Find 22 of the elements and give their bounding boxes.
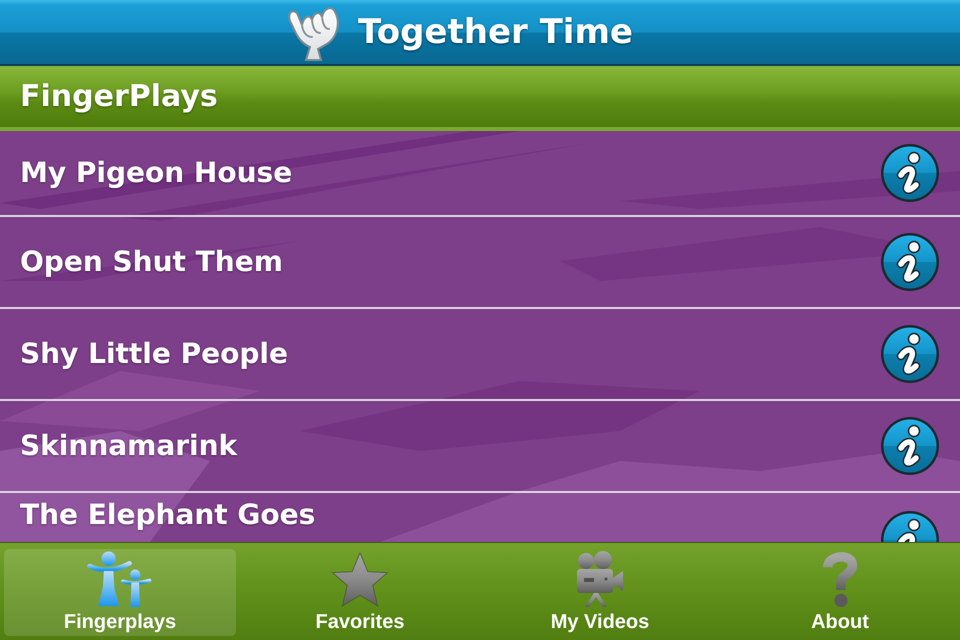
list-row[interactable]: Skinnamarink bbox=[0, 401, 960, 493]
info-icon bbox=[880, 416, 940, 476]
tab[interactable]: My Videos bbox=[484, 549, 716, 636]
question-mark-icon bbox=[821, 551, 859, 608]
list-row[interactable]: My Pigeon House bbox=[0, 131, 960, 217]
tab[interactable]: Fingerplays bbox=[4, 549, 236, 636]
app-title: Together Time bbox=[358, 15, 633, 49]
list-row[interactable]: Shy Little People bbox=[0, 309, 960, 401]
info-button[interactable] bbox=[880, 324, 940, 384]
movie-camera-icon bbox=[575, 551, 625, 607]
info-button[interactable] bbox=[880, 232, 940, 292]
info-icon bbox=[880, 143, 940, 203]
info-button[interactable] bbox=[880, 416, 940, 476]
star-icon bbox=[330, 551, 390, 608]
section-title: FingerPlays bbox=[20, 82, 218, 112]
info-icon bbox=[880, 232, 940, 292]
info-icon bbox=[880, 324, 940, 384]
list-row[interactable]: Open Shut Them bbox=[0, 217, 960, 309]
family-icon bbox=[86, 551, 154, 608]
tab[interactable]: About bbox=[724, 549, 956, 636]
tab[interactable]: Favorites bbox=[244, 549, 476, 636]
info-button[interactable] bbox=[880, 143, 940, 203]
